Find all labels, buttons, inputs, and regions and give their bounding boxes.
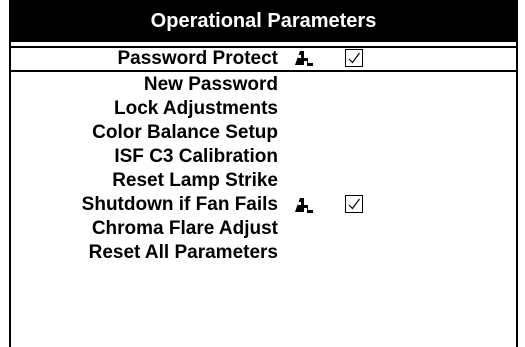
check-icon: [348, 198, 360, 210]
password-protect-checkbox[interactable]: [345, 49, 363, 67]
menu-item-label: Lock Adjustments: [114, 98, 278, 119]
window-title: Operational Parameters: [150, 9, 377, 32]
lock-icon: [295, 51, 313, 66]
lock-icon: [295, 198, 313, 213]
menu-item-label: Chroma Flare Adjust: [91, 218, 278, 239]
menu-item-lock-adjustments[interactable]: Lock Adjustments: [11, 97, 516, 121]
menu-item-password-protect[interactable]: Password Protect: [10, 46, 517, 72]
menu-item-isf-c3-calibration[interactable]: ISF C3 Calibration: [11, 145, 516, 169]
menu-item-shutdown-if-fan-fails[interactable]: Shutdown if Fan Fails: [11, 193, 516, 217]
menu-item-label: Reset Lamp Strike: [112, 170, 278, 191]
menu-item-label: Color Balance Setup: [92, 122, 278, 143]
menu-item-chroma-flare-adjust[interactable]: Chroma Flare Adjust: [11, 217, 516, 241]
menu-item-label: New Password: [143, 74, 278, 95]
menu-item-color-balance-setup[interactable]: Color Balance Setup: [11, 121, 516, 145]
window-title-bar: Operational Parameters: [10, 0, 517, 42]
menu-item-label: Shutdown if Fan Fails: [81, 194, 278, 215]
shutdown-if-fan-fails-checkbox[interactable]: [345, 195, 363, 213]
menu-item-new-password[interactable]: New Password: [11, 73, 516, 97]
menu-item-label: Reset All Parameters: [88, 242, 278, 263]
menu-item-reset-lamp-strike[interactable]: Reset Lamp Strike: [11, 169, 516, 193]
check-icon: [348, 52, 360, 64]
menu-item-label: ISF C3 Calibration: [114, 146, 278, 167]
menu-item-label: Password Protect: [117, 48, 279, 69]
menu-item-reset-all-parameters[interactable]: Reset All Parameters: [11, 241, 516, 265]
parameters-menu: Password Protect New Password Lock Adjus…: [10, 46, 517, 265]
osd-window: Operational Parameters Password Protect …: [0, 0, 525, 347]
